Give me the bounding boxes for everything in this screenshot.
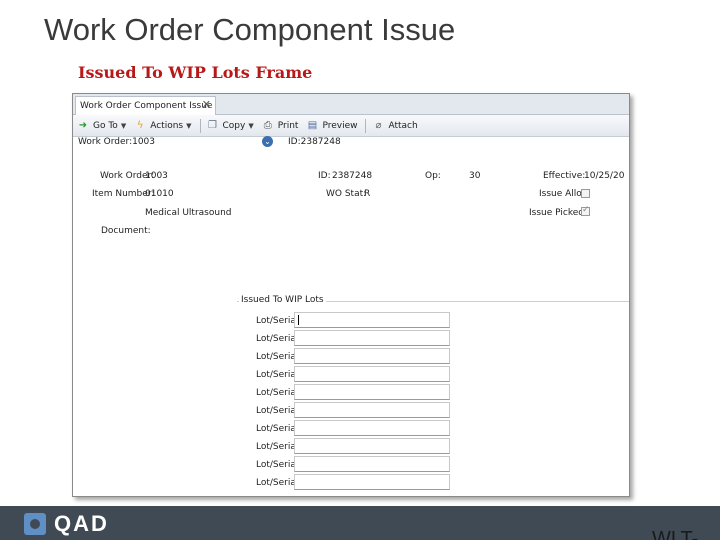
work-order-value: 1003 [145,171,168,181]
paperclip-icon: ⌀ [375,119,382,131]
slide-title: Work Order Component Issue [44,12,456,47]
issue-picked-checkbox[interactable] [581,205,590,216]
printer-icon: ⎙ [263,119,272,131]
copy-label: Copy [222,120,246,131]
effective-label: Effective: [543,171,586,181]
toolbar: ➜ Go To ▼ ϟ Actions ▼ ❐ Copy ▼ ⎙ Print ▤… [73,115,629,137]
lot-serial-label: Lot/Serial: [256,388,302,398]
logo-mark-icon [24,513,46,535]
chevron-down-icon: ▼ [186,121,192,130]
lot-serial-input[interactable] [294,420,450,436]
lot-serial-input[interactable] [294,312,450,328]
lot-serial-input[interactable] [294,456,450,472]
lot-serial-label: Lot/Serial: [256,334,302,344]
lot-serial-label: Lot/Serial: [256,460,302,470]
lot-serial-input[interactable] [294,438,450,454]
attach-button[interactable]: ⌀ Attach [372,117,417,135]
slide-subtitle: Issued To WIP Lots Frame [78,63,313,82]
lot-serial-input[interactable] [294,330,450,346]
lot-serial-input[interactable] [294,384,450,400]
lot-serial-label: Lot/Serial: [256,370,302,380]
effective-value: 10/25/20 [584,171,625,181]
goto-button[interactable]: ➜ Go To ▼ [77,117,126,135]
lot-serial-input[interactable] [294,348,450,364]
goto-label: Go To [93,120,118,131]
lot-serial-input[interactable] [294,474,450,490]
issue-picked-label: Issue Picked: [529,208,587,218]
id-summary: ID:2387248 [288,137,341,147]
chevron-down-icon: ▼ [248,121,254,130]
tab-label: Work Order Component Issue [80,101,213,111]
lot-serial-label: Lot/Serial: [256,316,302,326]
preview-icon: ▤ [307,119,318,131]
op-label: Op: [425,171,441,181]
print-label: Print [277,120,299,131]
wo-status-value: R [364,189,371,199]
lot-serial-label: Lot/Serial: [256,406,302,416]
issue-alloc-checkbox[interactable] [581,189,590,198]
qad-logo: QAD [24,511,109,537]
expand-toggle-icon[interactable]: ⌄ [262,136,273,147]
document-label: Document: [101,226,151,236]
toolbar-divider [199,118,201,133]
op-value: 30 [469,171,481,181]
text-cursor [298,315,299,325]
tab-bar: Work Order Component Issue ✕ [73,94,629,115]
tab-work-order-component-issue[interactable]: Work Order Component Issue ✕ [75,96,216,115]
actions-label: Actions [150,120,184,131]
description-value: Medical Ultrasound [145,208,232,218]
lot-serial-input[interactable] [294,366,450,382]
lot-serial-label: Lot/Serial: [256,478,302,488]
lot-serial-label: Lot/Serial: [256,352,302,362]
lot-serial-label: Lot/Serial: [256,442,302,452]
preview-button[interactable]: ▤ Preview [306,117,358,135]
item-number-value: 01010 [145,189,174,199]
lot-serial-input[interactable] [294,402,450,418]
print-button[interactable]: ⎙ Print [262,117,299,135]
work-order-summary: Work Order:1003 [78,137,156,147]
green-arrow-icon: ➜ [78,119,88,131]
app-window: Work Order Component Issue ✕ ➜ Go To ▼ ϟ… [72,93,630,497]
lightning-icon: ϟ [136,119,144,131]
preview-label: Preview [322,120,358,131]
copy-icon: ❐ [208,119,217,131]
close-icon[interactable]: ✕ [202,98,211,111]
id-value: 2387248 [332,171,373,181]
toolbar-divider [365,118,367,133]
lot-serial-label: Lot/Serial: [256,424,302,434]
issued-frame-title: Issued To WIP Lots [239,295,326,305]
logo-text: QAD [54,511,109,536]
wo-status-label: WO Stat: [326,189,367,199]
record-info-bar: Work Order:1003 ⌄ ID:2387248 [73,136,629,151]
actions-button[interactable]: ϟ Actions ▼ [134,117,192,135]
attach-label: Attach [388,120,418,131]
chevron-down-icon: ▼ [120,121,127,130]
copy-button[interactable]: ❐ Copy ▼ [207,117,254,135]
id-label: ID: [318,171,331,181]
slide-code: WLT- [652,528,699,540]
